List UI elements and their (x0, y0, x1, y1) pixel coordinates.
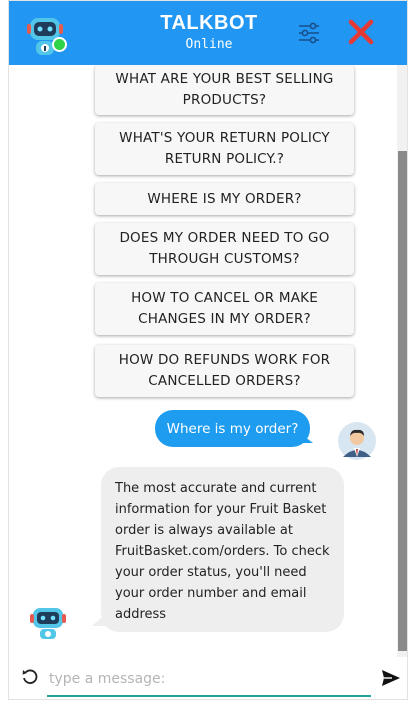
quick-reply-where-is-order[interactable]: WHERE IS MY ORDER? (95, 183, 354, 215)
quick-reply-return-policy[interactable]: WHAT'S YOUR RETURN POLICY RETURN POLICY.… (95, 123, 354, 175)
bot-status: Online (185, 37, 233, 52)
close-icon[interactable] (346, 17, 376, 47)
quick-reply-refunds[interactable]: HOW DO REFUNDS WORK FOR CANCELLED ORDERS… (95, 345, 354, 397)
message-input[interactable] (47, 663, 371, 697)
bot-message: The most accurate and current informatio… (101, 467, 344, 632)
user-message: Where is my order? (155, 410, 310, 447)
robot-avatar-icon (30, 608, 66, 639)
composer (9, 657, 407, 699)
user-avatar-icon (338, 422, 376, 460)
quick-reply-cancel-order[interactable]: HOW TO CANCEL OR MAKE CHANGES IN MY ORDE… (95, 283, 354, 335)
online-status-dot (52, 37, 67, 52)
refresh-icon[interactable] (21, 668, 39, 686)
quick-reply-best-selling[interactable]: WHAT ARE YOUR BEST SELLING PRODUCTS? (95, 65, 354, 115)
chat-header: TALKBOT Online (9, 1, 407, 65)
send-icon[interactable] (381, 669, 401, 687)
sliders-icon[interactable] (295, 19, 323, 47)
quick-reply-customs[interactable]: DOES MY ORDER NEED TO GO THROUGH CUSTOMS… (95, 223, 354, 275)
bot-title: TALKBOT (160, 12, 258, 34)
chat-scrollbar-thumb[interactable] (398, 151, 407, 651)
chat-messages: WHAT ARE YOUR BEST SELLING PRODUCTS? WHA… (9, 65, 407, 657)
chat-widget: TALKBOT Online WHAT ARE YOUR BEST SELLIN… (8, 0, 408, 700)
